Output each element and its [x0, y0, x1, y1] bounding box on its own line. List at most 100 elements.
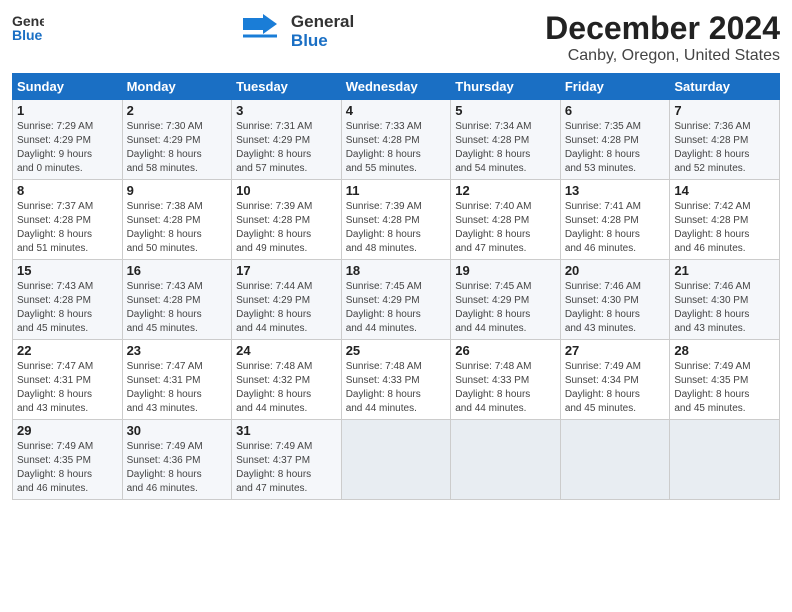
day-info: Sunrise: 7:44 AMSunset: 4:29 PMDaylight:…	[236, 280, 337, 336]
day-info: Sunrise: 7:49 AMSunset: 4:36 PMDaylight:…	[127, 440, 228, 496]
table-row: 11 Sunrise: 7:39 AMSunset: 4:28 PMDayligh…	[341, 180, 451, 260]
day-info: Sunrise: 7:41 AMSunset: 4:28 PMDaylight:…	[565, 200, 666, 256]
day-number: 10	[236, 183, 337, 198]
day-info: Sunrise: 7:37 AMSunset: 4:28 PMDaylight:…	[17, 200, 118, 256]
day-info: Sunrise: 7:45 AMSunset: 4:29 PMDaylight:…	[455, 280, 556, 336]
table-row: 5 Sunrise: 7:34 AMSunset: 4:28 PMDaylight…	[451, 100, 561, 180]
day-number: 3	[236, 103, 337, 118]
day-number: 22	[17, 343, 118, 358]
day-info: Sunrise: 7:29 AMSunset: 4:29 PMDaylight:…	[17, 120, 118, 176]
calendar-week-row: 8 Sunrise: 7:37 AMSunset: 4:28 PMDaylight…	[13, 180, 780, 260]
day-number: 6	[565, 103, 666, 118]
table-row: 16Sunrise: 7:43 AMSunset: 4:28 PMDayligh…	[122, 260, 232, 340]
table-row: 30 Sunrise: 7:49 AMSunset: 4:36 PMDayligh…	[122, 420, 232, 500]
table-row: 6 Sunrise: 7:35 AMSunset: 4:28 PMDaylight…	[560, 100, 670, 180]
day-number: 13	[565, 183, 666, 198]
day-number: 31	[236, 423, 337, 438]
day-number: 9	[127, 183, 228, 198]
day-number: 7	[674, 103, 775, 118]
day-number: 20	[565, 263, 666, 278]
day-number: 28	[674, 343, 775, 358]
day-info: Sunrise: 7:49 AMSunset: 4:35 PMDaylight:…	[674, 360, 775, 416]
day-number: 26	[455, 343, 556, 358]
day-info: Sunrise: 7:47 AMSunset: 4:31 PMDaylight:…	[127, 360, 228, 416]
day-number: 11	[346, 183, 447, 198]
day-number: 18	[346, 263, 447, 278]
table-row: 21Sunrise: 7:46 AMSunset: 4:30 PMDayligh…	[670, 260, 780, 340]
day-info: Sunrise: 7:47 AMSunset: 4:31 PMDaylight:…	[17, 360, 118, 416]
day-info: Sunrise: 7:31 AMSunset: 4:29 PMDaylight:…	[236, 120, 337, 176]
col-friday: Friday	[560, 74, 670, 100]
day-number: 25	[346, 343, 447, 358]
table-row: 14 Sunrise: 7:42 AMSunset: 4:28 PMDayligh…	[670, 180, 780, 260]
day-info: Sunrise: 7:42 AMSunset: 4:28 PMDaylight:…	[674, 200, 775, 256]
page-title: December 2024	[545, 10, 780, 47]
day-info: Sunrise: 7:38 AMSunset: 4:28 PMDaylight:…	[127, 200, 228, 256]
day-info: Sunrise: 7:34 AMSunset: 4:28 PMDaylight:…	[455, 120, 556, 176]
col-thursday: Thursday	[451, 74, 561, 100]
day-info: Sunrise: 7:43 AMSunset: 4:28 PMDaylight:…	[127, 280, 228, 336]
day-info: Sunrise: 7:39 AMSunset: 4:28 PMDaylight:…	[236, 200, 337, 256]
logo: General Blue	[12, 10, 44, 42]
col-tuesday: Tuesday	[232, 74, 342, 100]
day-info: Sunrise: 7:48 AMSunset: 4:33 PMDaylight:…	[346, 360, 447, 416]
table-row: 3 Sunrise: 7:31 AMSunset: 4:29 PMDaylight…	[232, 100, 342, 180]
table-row: 2 Sunrise: 7:30 AMSunset: 4:29 PMDaylight…	[122, 100, 232, 180]
day-number: 27	[565, 343, 666, 358]
table-row	[451, 420, 561, 500]
day-info: Sunrise: 7:49 AMSunset: 4:37 PMDaylight:…	[236, 440, 337, 496]
calendar-week-row: 15Sunrise: 7:43 AMSunset: 4:28 PMDayligh…	[13, 260, 780, 340]
table-row: 10 Sunrise: 7:39 AMSunset: 4:28 PMDayligh…	[232, 180, 342, 260]
calendar-header-row: Sunday Monday Tuesday Wednesday Thursday…	[13, 74, 780, 100]
table-row: 17 Sunrise: 7:44 AMSunset: 4:29 PMDayligh…	[232, 260, 342, 340]
day-info: Sunrise: 7:30 AMSunset: 4:29 PMDaylight:…	[127, 120, 228, 176]
day-info: Sunrise: 7:46 AMSunset: 4:30 PMDaylight:…	[565, 280, 666, 336]
page-container: General Blue General Blue	[0, 0, 792, 510]
col-monday: Monday	[122, 74, 232, 100]
table-row: 26 Sunrise: 7:48 AMSunset: 4:33 PMDayligh…	[451, 340, 561, 420]
page-subtitle: Canby, Oregon, United States	[545, 47, 780, 65]
table-row: 27Sunrise: 7:49 AMSunset: 4:34 PMDayligh…	[560, 340, 670, 420]
table-row	[560, 420, 670, 500]
col-sunday: Sunday	[13, 74, 123, 100]
table-row	[341, 420, 451, 500]
day-number: 19	[455, 263, 556, 278]
logo-blue: Blue	[291, 32, 354, 51]
table-row: 13 Sunrise: 7:41 AMSunset: 4:28 PMDayligh…	[560, 180, 670, 260]
calendar-week-row: 29Sunrise: 7:49 AMSunset: 4:35 PMDayligh…	[13, 420, 780, 500]
day-number: 12	[455, 183, 556, 198]
day-number: 17	[236, 263, 337, 278]
table-row: 19 Sunrise: 7:45 AMSunset: 4:29 PMDayligh…	[451, 260, 561, 340]
day-number: 30	[127, 423, 228, 438]
col-wednesday: Wednesday	[341, 74, 451, 100]
header: General Blue General Blue	[12, 10, 780, 65]
table-row: 22 Sunrise: 7:47 AMSunset: 4:31 PMDayligh…	[13, 340, 123, 420]
svg-text:Blue: Blue	[12, 27, 43, 42]
day-number: 14	[674, 183, 775, 198]
day-info: Sunrise: 7:46 AMSunset: 4:30 PMDaylight:…	[674, 280, 775, 336]
day-number: 2	[127, 103, 228, 118]
day-info: Sunrise: 7:33 AMSunset: 4:28 PMDaylight:…	[346, 120, 447, 176]
logo-general: General	[291, 13, 354, 32]
day-number: 1	[17, 103, 118, 118]
table-row: 24Sunrise: 7:48 AMSunset: 4:32 PMDayligh…	[232, 340, 342, 420]
day-info: Sunrise: 7:39 AMSunset: 4:28 PMDaylight:…	[346, 200, 447, 256]
day-info: Sunrise: 7:48 AMSunset: 4:33 PMDaylight:…	[455, 360, 556, 416]
table-row: 18Sunrise: 7:45 AMSunset: 4:29 PMDayligh…	[341, 260, 451, 340]
table-row: 12 Sunrise: 7:40 AMSunset: 4:28 PMDayligh…	[451, 180, 561, 260]
day-info: Sunrise: 7:36 AMSunset: 4:28 PMDaylight:…	[674, 120, 775, 176]
calendar-week-row: 22 Sunrise: 7:47 AMSunset: 4:31 PMDayligh…	[13, 340, 780, 420]
table-row	[670, 420, 780, 500]
day-number: 5	[455, 103, 556, 118]
col-saturday: Saturday	[670, 74, 780, 100]
table-row: 7 Sunrise: 7:36 AMSunset: 4:28 PMDaylight…	[670, 100, 780, 180]
table-row: 15Sunrise: 7:43 AMSunset: 4:28 PMDayligh…	[13, 260, 123, 340]
logo-icon: General Blue	[12, 10, 44, 42]
table-row: 29Sunrise: 7:49 AMSunset: 4:35 PMDayligh…	[13, 420, 123, 500]
day-number: 8	[17, 183, 118, 198]
day-info: Sunrise: 7:48 AMSunset: 4:32 PMDaylight:…	[236, 360, 337, 416]
day-info: Sunrise: 7:40 AMSunset: 4:28 PMDaylight:…	[455, 200, 556, 256]
day-info: Sunrise: 7:35 AMSunset: 4:28 PMDaylight:…	[565, 120, 666, 176]
table-row: 23Sunrise: 7:47 AMSunset: 4:31 PMDayligh…	[122, 340, 232, 420]
generalblue-logo-graphic	[235, 10, 285, 48]
